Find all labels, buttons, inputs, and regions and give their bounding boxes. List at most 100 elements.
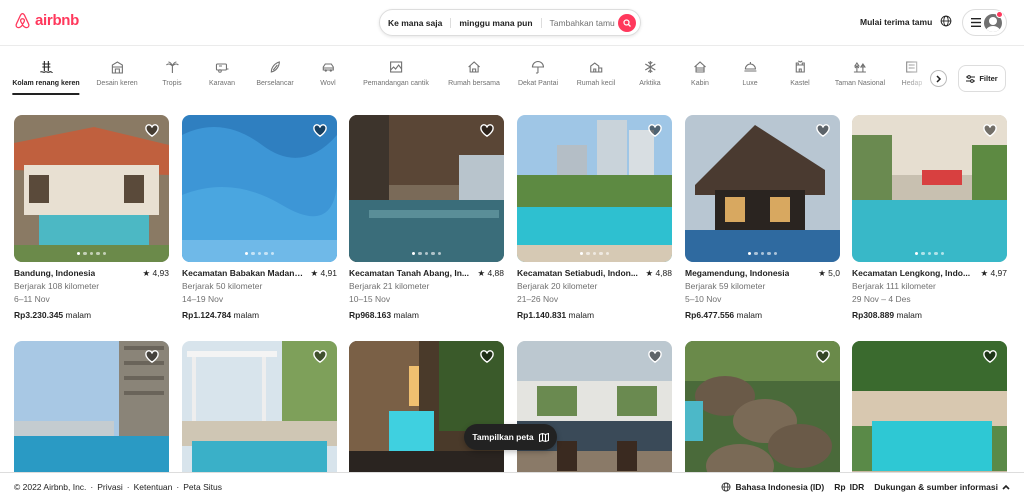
price-amount: Rp3.230.345	[14, 310, 64, 320]
listing-photo-image	[349, 341, 504, 488]
search-who[interactable]: Tambahkan tamu	[540, 17, 623, 28]
listing-distance: Berjarak 108 kilometer	[14, 281, 100, 291]
heart-icon[interactable]	[648, 124, 662, 137]
listing-photo-image	[685, 115, 840, 262]
listing-photo[interactable]	[517, 115, 672, 262]
price-amount: Rp1.124.784	[182, 310, 232, 320]
category-2[interactable]: Tropis	[162, 60, 182, 87]
listing-photo[interactable]	[852, 115, 1007, 262]
heart-icon[interactable]	[983, 124, 997, 137]
listing-location: Kecamatan Babakan Madang...	[182, 268, 304, 278]
heart-icon[interactable]	[983, 350, 997, 363]
price-unit: malam	[568, 310, 595, 320]
category-11[interactable]: Kabin	[691, 60, 709, 87]
category-14[interactable]: Taman Nasional	[835, 60, 885, 87]
listing-photo[interactable]	[685, 341, 840, 488]
listing-photo[interactable]	[685, 115, 840, 262]
listing-price: Rp308.889 malam	[852, 309, 1007, 322]
listing-photo[interactable]	[349, 115, 504, 262]
category-label: Dekat Pantai	[517, 80, 559, 87]
category-8[interactable]: Dekat Pantai	[518, 60, 558, 87]
language-selector[interactable]: Bahasa Indonesia (ID)	[721, 482, 824, 492]
category-13[interactable]: Kastel	[790, 60, 810, 87]
heart-icon[interactable]	[313, 124, 327, 137]
listing-photo[interactable]	[182, 341, 337, 488]
category-next-button[interactable]	[930, 70, 947, 87]
house-icon	[468, 61, 480, 73]
footer-left: © 2022 Airbnb, Inc. · Privasi · Ketentua…	[14, 482, 222, 492]
listing-info: Kecamatan Lengkong, Indo... ★ 4,97 Berjara…	[852, 267, 1007, 322]
castle-icon	[795, 60, 805, 73]
footer-link-terms[interactable]: Ketentuan	[134, 482, 173, 492]
surf-icon	[270, 61, 280, 73]
currency-symbol: Rp	[834, 482, 846, 492]
rating-value: 4,88	[655, 268, 672, 278]
heart-icon[interactable]	[145, 124, 159, 137]
listing-photo[interactable]	[14, 341, 169, 488]
logo-text: airbnb	[35, 12, 80, 29]
search-where[interactable]: Ke mana saja	[380, 18, 450, 28]
category-label: Kastel	[790, 80, 810, 87]
heart-icon[interactable]	[313, 350, 327, 363]
category-bar: Kolam renang keren Desain keren Tropis Kara…	[0, 60, 1024, 100]
category-label: Rumah bersama	[448, 80, 500, 87]
footer-link-privacy[interactable]: Privasi	[97, 482, 123, 492]
become-host-link[interactable]: Mulai terima tamu	[860, 17, 932, 27]
listing-photo[interactable]	[517, 341, 672, 488]
category-0[interactable]: Kolam renang keren	[12, 60, 80, 95]
heart-icon[interactable]	[816, 124, 830, 137]
airbnb-logo[interactable]: airbnb	[14, 11, 79, 30]
filter-button[interactable]: Filter	[958, 65, 1006, 92]
category-6[interactable]: Pemandangan cantik	[363, 60, 429, 87]
price-amount: Rp308.889	[852, 310, 895, 320]
category-7[interactable]: Rumah bersama	[448, 60, 500, 87]
support-resources-button[interactable]: Dukungan & sumber informasi	[874, 482, 1010, 492]
price-unit: malam	[393, 310, 419, 320]
price-unit: malam	[233, 310, 260, 320]
currency-selector[interactable]: Rp IDR	[834, 482, 864, 492]
footer-link-sitemap[interactable]: Peta Situs	[183, 482, 222, 492]
heart-icon[interactable]	[145, 350, 159, 363]
category-label: Kabin	[691, 80, 709, 87]
listing-price: Rp1.124.784 malam	[182, 309, 337, 322]
rating-value: 4,97	[990, 268, 1007, 278]
listing-distance: Berjarak 20 kilometer	[517, 281, 598, 291]
category-label: Kolam renang keren	[12, 80, 80, 87]
heart-icon[interactable]	[480, 350, 494, 363]
footer-separator: ·	[90, 482, 94, 492]
heart-icon[interactable]	[648, 350, 662, 363]
listing-photo[interactable]	[852, 341, 1007, 488]
car-icon	[322, 63, 334, 72]
search-when[interactable]: minggu mana pun	[450, 17, 540, 28]
photo-pagination	[182, 251, 337, 255]
category-4[interactable]: Berselancar	[256, 60, 294, 87]
category-1[interactable]: Desain keren	[96, 60, 138, 87]
category-12[interactable]: Luxe	[742, 60, 758, 87]
listing-photo-image	[14, 115, 169, 262]
footer-separator: ·	[126, 482, 130, 492]
category-label: Arktika	[639, 80, 661, 87]
show-map-button[interactable]: Tampilkan peta	[464, 424, 557, 450]
listing-photo[interactable]	[349, 341, 504, 488]
park-icon	[853, 62, 867, 73]
listing-distance: Berjarak 50 kilometer	[182, 281, 263, 291]
listing-photo-image	[852, 341, 1007, 488]
category-10[interactable]: Arktika	[639, 60, 661, 87]
umbrella-icon	[531, 61, 545, 74]
listing-info: Megamendung, Indonesia ★ 5,0 Berjarak 59 k…	[685, 267, 840, 322]
listing-photo[interactable]	[182, 115, 337, 262]
globe-icon[interactable]	[940, 15, 952, 27]
heart-icon[interactable]	[480, 124, 494, 137]
listing-dates: 29 Nov – 4 Des	[852, 294, 911, 304]
category-9[interactable]: Rumah kecil	[577, 60, 615, 87]
category-3[interactable]: Karavan	[209, 60, 235, 87]
category-5[interactable]: Wovl	[320, 60, 336, 87]
price-unit: malam	[896, 310, 922, 320]
rating-value: 4,93	[152, 268, 169, 278]
heart-icon[interactable]	[816, 350, 830, 363]
listing-photo[interactable]	[14, 115, 169, 262]
search-bar[interactable]: Ke mana saja minggu mana pun Tambahkan t…	[379, 9, 641, 36]
search-button[interactable]	[618, 14, 636, 32]
listing-dates: 10–15 Nov	[349, 294, 391, 304]
pool-icon	[39, 61, 53, 73]
